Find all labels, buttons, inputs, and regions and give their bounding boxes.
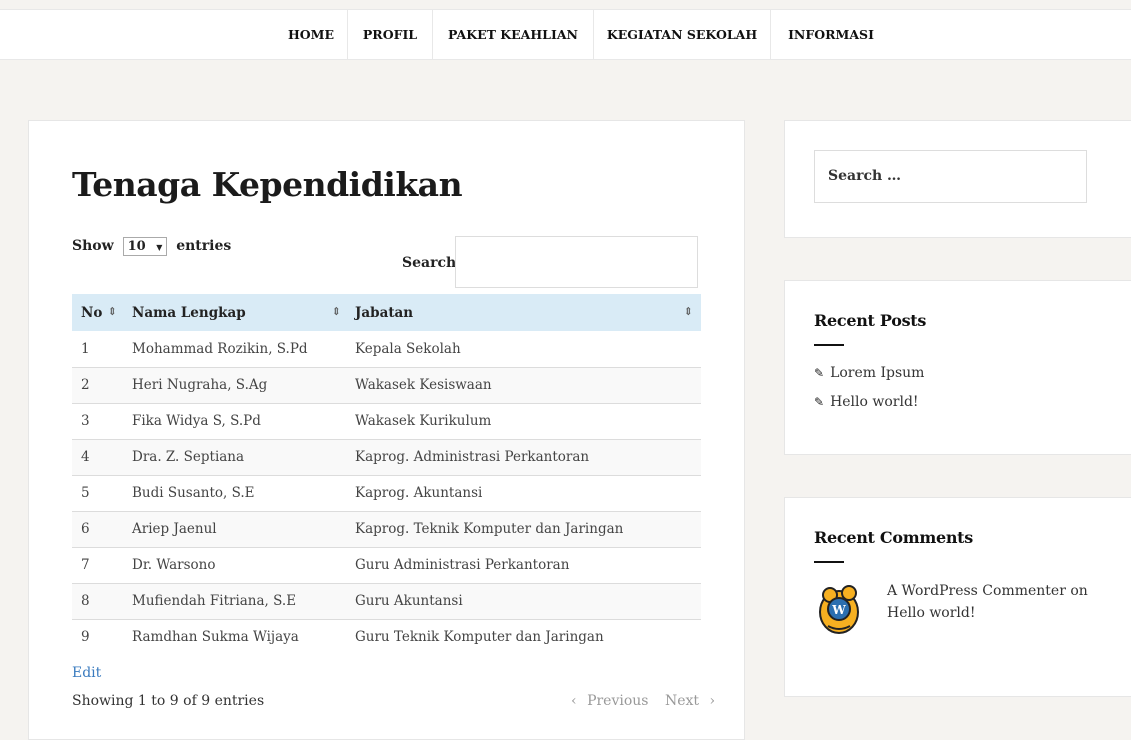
comment-author-link[interactable]: A WordPress Commenter [887, 583, 1066, 599]
recent-post-item[interactable]: ✎ Hello world! [814, 394, 919, 410]
chevron-right-icon: › [709, 693, 716, 709]
cell-position: Guru Administrasi Perkantoran [349, 547, 701, 584]
recent-comments-title: Recent Comments [814, 528, 973, 547]
comment-on-label: on [1070, 583, 1088, 599]
cell-name: Mohammad Rozikin, S.Pd [125, 331, 349, 368]
entries-length-select[interactable]: 10 ▼ [122, 237, 168, 256]
cell-name: Fika Widya S, S.Pd [125, 403, 349, 440]
nav-profil[interactable]: PROFIL [348, 10, 432, 59]
pencil-icon: ✎ [814, 395, 825, 409]
title-underline [814, 561, 844, 563]
table-search-input[interactable] [455, 236, 698, 288]
recent-posts-widget: Recent Posts ✎ Lorem Ipsum ✎ Hello world! [784, 280, 1131, 455]
column-header-jabatan[interactable]: Jabatan ⇕ [349, 294, 701, 331]
sort-icon: ⇕ [331, 304, 341, 318]
cell-name: Dr. Warsono [125, 547, 349, 584]
cell-no: 9 [72, 619, 125, 655]
cell-position: Kaprog. Akuntansi [349, 475, 701, 512]
table-length-control: Show 10 ▼ entries [72, 237, 231, 256]
cell-no: 7 [72, 547, 125, 584]
comment-entry: A WordPress Commenter on Hello world! [887, 580, 1097, 624]
table-row: 2 Heri Nugraha, S.Ag Wakasek Kesiswaan [72, 367, 701, 404]
title-underline [814, 344, 844, 346]
svg-text:W: W [831, 603, 846, 617]
sort-icon: ⇕ [683, 304, 693, 318]
nav-kegiatan-sekolah[interactable]: KEGIATAN SEKOLAH [594, 10, 770, 59]
cell-position: Kaprog. Administrasi Perkantoran [349, 439, 701, 476]
cell-name: Ariep Jaenul [125, 511, 349, 548]
cell-position: Wakasek Kesiswaan [349, 367, 701, 404]
cell-position: Guru Akuntansi [349, 583, 701, 620]
cell-position: Kepala Sekolah [349, 331, 701, 368]
show-label: Show [72, 238, 114, 254]
table-row: 4 Dra. Z. Septiana Kaprog. Administrasi … [72, 439, 701, 476]
pencil-icon: ✎ [814, 366, 825, 380]
entries-label: entries [176, 238, 232, 254]
previous-button[interactable]: ‹ Previous [571, 693, 659, 709]
column-header-label: No [81, 304, 103, 321]
column-header-nama-lengkap[interactable]: Nama Lengkap ⇕ [125, 294, 349, 331]
nav-paket-keahlian[interactable]: PAKET KEAHLIAN [433, 10, 593, 59]
pagination: ‹ Previous Next › [571, 693, 727, 709]
cell-name: Dra. Z. Septiana [125, 439, 349, 476]
recent-post-item[interactable]: ✎ Lorem Ipsum [814, 365, 924, 381]
comment-post-link[interactable]: Hello world! [887, 605, 976, 621]
cell-no: 1 [72, 331, 125, 368]
sidebar-search-widget: Search … [784, 120, 1131, 238]
sort-icon: ⇕ [107, 304, 117, 318]
entries-length-value: 10 [127, 239, 146, 254]
commenter-avatar: W [814, 580, 864, 635]
page-title: Tenaga Kependidikan [72, 165, 463, 204]
top-navigation: HOME PROFIL PAKET KEAHLIAN KEGIATAN SEKO… [0, 9, 1131, 60]
recent-post-link[interactable]: Lorem Ipsum [830, 365, 924, 381]
cell-no: 4 [72, 439, 125, 476]
table-row: 7 Dr. Warsono Guru Administrasi Perkanto… [72, 547, 701, 584]
cell-name: Budi Susanto, S.E [125, 475, 349, 512]
sidebar-search-input[interactable]: Search … [814, 150, 1087, 203]
cell-name: Ramdhan Sukma Wijaya [125, 619, 349, 655]
cell-no: 6 [72, 511, 125, 548]
main-content-card: Tenaga Kependidikan Show 10 ▼ entries Se… [28, 120, 745, 740]
cell-position: Wakasek Kurikulum [349, 403, 701, 440]
table-row: 6 Ariep Jaenul Kaprog. Teknik Komputer d… [72, 511, 701, 548]
cell-position: Kaprog. Teknik Komputer dan Jaringan [349, 511, 701, 548]
cell-position: Guru Teknik Komputer dan Jaringan [349, 619, 701, 655]
nav-home[interactable]: HOME [275, 10, 347, 59]
cell-name: Heri Nugraha, S.Ag [125, 367, 349, 404]
table-row: 5 Budi Susanto, S.E Kaprog. Akuntansi [72, 475, 701, 512]
table-search-label: Search: [402, 255, 462, 271]
column-header-no[interactable]: No ⇕ [72, 294, 125, 331]
cell-no: 2 [72, 367, 125, 404]
edit-link[interactable]: Edit [72, 665, 101, 681]
chevron-down-icon: ▼ [156, 242, 163, 252]
cell-name: Mufiendah Fitriana, S.E [125, 583, 349, 620]
recent-posts-title: Recent Posts [814, 311, 927, 330]
cell-no: 5 [72, 475, 125, 512]
chevron-left-icon: ‹ [571, 693, 577, 709]
recent-comments-widget: Recent Comments W A WordPress Commenter … [784, 497, 1131, 697]
table-info-text: Showing 1 to 9 of 9 entries [72, 693, 265, 709]
cell-no: 8 [72, 583, 125, 620]
table-row: 3 Fika Widya S, S.Pd Wakasek Kurikulum [72, 403, 701, 440]
wapuu-avatar-icon: W [819, 585, 859, 634]
table-row: 9 Ramdhan Sukma Wijaya Guru Teknik Kompu… [72, 619, 701, 655]
cell-no: 3 [72, 403, 125, 440]
column-header-label: Nama Lengkap [132, 304, 246, 321]
next-label: Next [664, 693, 699, 709]
table-header-row: No ⇕ Nama Lengkap ⇕ Jabatan ⇕ [72, 294, 701, 331]
next-button[interactable]: Next › [665, 693, 721, 709]
nav-informasi[interactable]: INFORMASI [771, 10, 891, 59]
previous-label: Previous [587, 693, 649, 709]
column-header-label: Jabatan [355, 304, 414, 321]
table-row: 1 Mohammad Rozikin, S.Pd Kepala Sekolah [72, 331, 701, 368]
table-row: 8 Mufiendah Fitriana, S.E Guru Akuntansi [72, 583, 701, 620]
recent-post-link[interactable]: Hello world! [830, 394, 919, 410]
staff-table: No ⇕ Nama Lengkap ⇕ Jabatan ⇕ 1 Mohammad… [72, 294, 701, 655]
